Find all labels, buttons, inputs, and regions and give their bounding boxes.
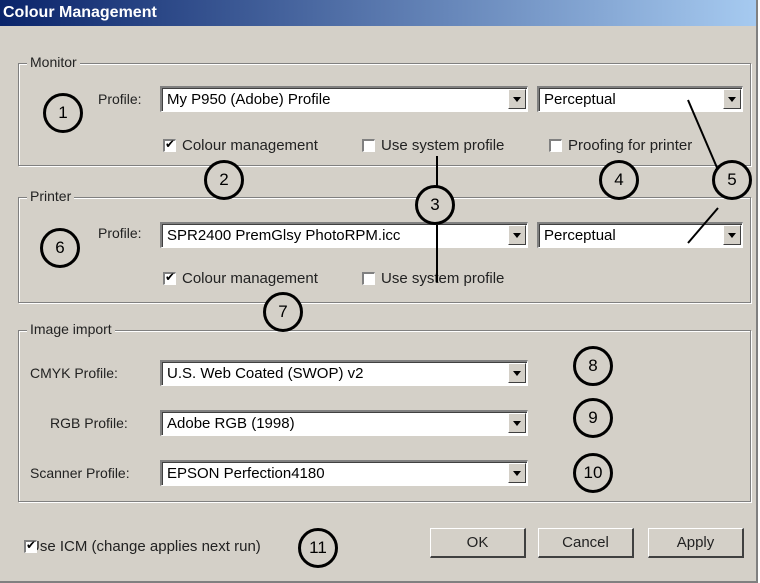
printer-intent-value: Perceptual: [544, 227, 616, 244]
proofing-for-printer-checkbox[interactable]: Proofing for printer: [549, 136, 692, 154]
printer-use-system-profile-checkbox[interactable]: Use system profile: [362, 269, 504, 287]
printer-colour-management-label: Colour management: [182, 269, 318, 287]
printer-legend: Printer: [27, 188, 75, 204]
callout-10: 10: [573, 453, 613, 493]
scanner-profile-value: EPSON Perfection4180: [167, 465, 325, 482]
use-icm-checkbox[interactable]: Use ICM (change applies next run): [24, 537, 261, 555]
monitor-use-system-profile-checkbox[interactable]: Use system profile: [362, 136, 504, 154]
ok-button[interactable]: OK: [430, 528, 526, 558]
chevron-down-icon[interactable]: [508, 463, 526, 483]
callout-11: 11: [298, 528, 338, 568]
monitor-profile-select[interactable]: My P950 (Adobe) Profile: [160, 86, 528, 112]
chevron-down-icon[interactable]: [508, 225, 526, 245]
window-title: Colour Management: [3, 4, 157, 21]
checkbox-box[interactable]: [24, 538, 37, 553]
cmyk-profile-value: U.S. Web Coated (SWOP) v2: [167, 365, 364, 382]
callout-7: 7: [263, 292, 303, 332]
printer-use-system-profile-label: Use system profile: [381, 269, 505, 287]
checkbox-box[interactable]: [163, 137, 176, 152]
callout-1: 1: [43, 93, 83, 133]
monitor-legend: Monitor: [27, 54, 80, 70]
printer-group: Printer: [18, 188, 751, 303]
chevron-down-icon[interactable]: [508, 413, 526, 433]
rgb-profile-select[interactable]: Adobe RGB (1998): [160, 410, 528, 436]
callout-3: 3: [415, 185, 455, 225]
callout-4: 4: [599, 160, 639, 200]
callout-9: 9: [573, 398, 613, 438]
checkbox-box[interactable]: [362, 138, 375, 152]
cancel-button[interactable]: Cancel: [538, 528, 634, 558]
printer-profile-label: Profile:: [98, 225, 142, 241]
image-import-legend: Image import: [27, 321, 115, 337]
title-bar[interactable]: Colour Management: [0, 0, 756, 26]
monitor-intent-value: Perceptual: [544, 91, 616, 108]
chevron-down-icon[interactable]: [723, 225, 741, 245]
monitor-colour-management-label: Colour management: [182, 136, 318, 154]
monitor-profile-label: Profile:: [98, 91, 142, 107]
cmyk-profile-label: CMYK Profile:: [30, 365, 118, 381]
printer-profile-value: SPR2400 PremGlsy PhotoRPM.icc: [167, 227, 401, 244]
callout-8: 8: [573, 346, 613, 386]
monitor-colour-management-checkbox[interactable]: Colour management: [163, 136, 318, 154]
colour-management-dialog: Colour Management Monitor Profile: My P9…: [0, 0, 758, 583]
printer-colour-management-checkbox[interactable]: Colour management: [163, 269, 318, 287]
cmyk-profile-select[interactable]: U.S. Web Coated (SWOP) v2: [160, 360, 528, 386]
checkbox-box[interactable]: [362, 271, 375, 285]
proofing-for-printer-label: Proofing for printer: [568, 136, 693, 154]
rgb-profile-value: Adobe RGB (1998): [167, 415, 295, 432]
monitor-profile-value: My P950 (Adobe) Profile: [167, 91, 331, 108]
checkbox-box[interactable]: [549, 138, 562, 152]
rgb-profile-label: RGB Profile:: [50, 415, 128, 431]
printer-intent-select[interactable]: Perceptual: [537, 222, 743, 248]
chevron-down-icon[interactable]: [508, 89, 526, 109]
chevron-down-icon[interactable]: [723, 89, 741, 109]
monitor-intent-select[interactable]: Perceptual: [537, 86, 743, 112]
checkbox-box[interactable]: [163, 270, 176, 285]
scanner-profile-select[interactable]: EPSON Perfection4180: [160, 460, 528, 486]
callout-5: 5: [712, 160, 752, 200]
callout-2: 2: [204, 160, 244, 200]
chevron-down-icon[interactable]: [508, 363, 526, 383]
monitor-use-system-profile-label: Use system profile: [381, 136, 505, 154]
callout-6: 6: [40, 228, 80, 268]
apply-button[interactable]: Apply: [648, 528, 744, 558]
scanner-profile-label: Scanner Profile:: [30, 465, 130, 481]
use-icm-label: Use ICM (change applies next run): [29, 537, 261, 555]
printer-profile-select[interactable]: SPR2400 PremGlsy PhotoRPM.icc: [160, 222, 528, 248]
